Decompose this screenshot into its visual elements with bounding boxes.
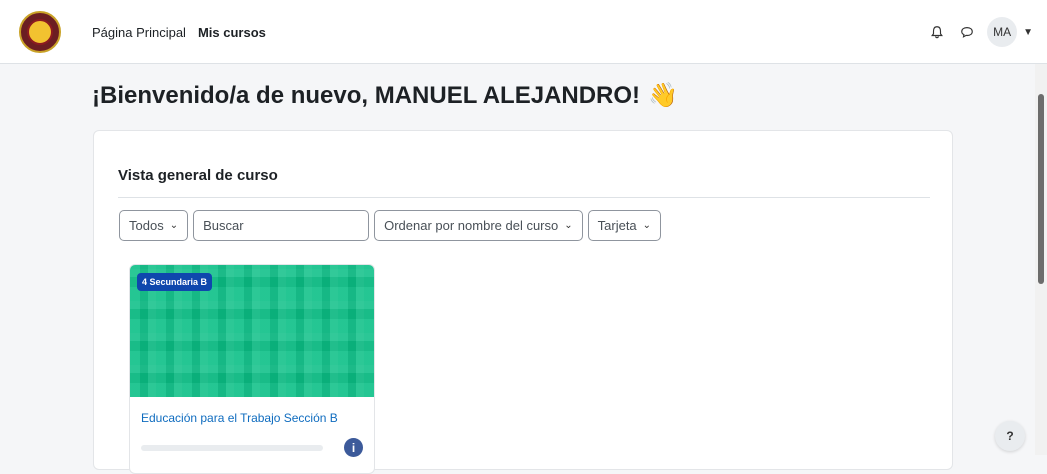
course-image[interactable]: 4 Secundaria B — [130, 265, 374, 397]
info-icon[interactable]: i — [344, 438, 363, 457]
page-scrollbar[interactable] — [1035, 64, 1047, 455]
nav-my-courses-link[interactable]: Mis cursos — [198, 25, 266, 40]
site-logo[interactable] — [19, 11, 61, 53]
chevron-down-icon: ▼ — [1023, 26, 1033, 38]
block-title: Vista general de curso — [118, 167, 278, 184]
nav-home-link[interactable]: Página Principal — [92, 25, 186, 40]
main-content: ¡Bienvenido/a de nuevo, MANUEL ALEJANDRO… — [0, 64, 1047, 474]
user-menu-toggle[interactable]: MA ▼ — [987, 17, 1033, 47]
notifications-bell-icon[interactable] — [927, 22, 947, 42]
user-avatar: MA — [987, 17, 1018, 47]
grouping-label: Todos — [129, 218, 164, 233]
course-category-badge: 4 Secundaria B — [137, 273, 213, 291]
scrollbar-thumb[interactable] — [1038, 94, 1044, 284]
course-card[interactable]: 4 Secundaria B Educación para el Trabajo… — [129, 264, 375, 474]
course-progress-bar — [141, 445, 323, 451]
logo-emblem — [27, 19, 53, 45]
sort-select[interactable]: Ordenar por nombre del curso ⌄ — [374, 210, 583, 241]
primary-navigation: Página Principal Mis cursos — [92, 0, 266, 64]
divider — [118, 197, 930, 198]
messages-chat-icon[interactable] — [957, 22, 977, 42]
search-placeholder: Buscar — [203, 218, 244, 233]
welcome-text: ¡Bienvenido/a de nuevo, MANUEL ALEJANDRO… — [92, 81, 641, 109]
view-select[interactable]: Tarjeta ⌄ — [587, 210, 662, 241]
view-label: Tarjeta — [597, 218, 637, 233]
help-button[interactable]: ? — [995, 421, 1025, 451]
chevron-down-icon: ⌄ — [642, 220, 652, 231]
chevron-down-icon: ⌄ — [169, 220, 179, 231]
waving-hand-icon: 👋 — [648, 82, 678, 109]
course-name-link[interactable]: Educación para el Trabajo Sección B — [141, 411, 338, 425]
grouping-select[interactable]: Todos ⌄ — [119, 210, 189, 241]
search-input[interactable]: Buscar — [193, 210, 370, 241]
navbar: Página Principal Mis cursos MA ▼ — [0, 0, 1047, 64]
filters-toolbar: Todos ⌄ Buscar Ordenar por nombre del cu… — [119, 210, 662, 241]
course-overview-block: Vista general de curso Todos ⌄ Buscar Or… — [93, 130, 953, 474]
page-title: ¡Bienvenido/a de nuevo, MANUEL ALEJANDRO… — [92, 81, 678, 110]
user-navigation: MA ▼ — [927, 0, 1033, 64]
sort-label: Ordenar por nombre del curso — [384, 218, 559, 233]
chevron-down-icon: ⌄ — [564, 220, 573, 231]
